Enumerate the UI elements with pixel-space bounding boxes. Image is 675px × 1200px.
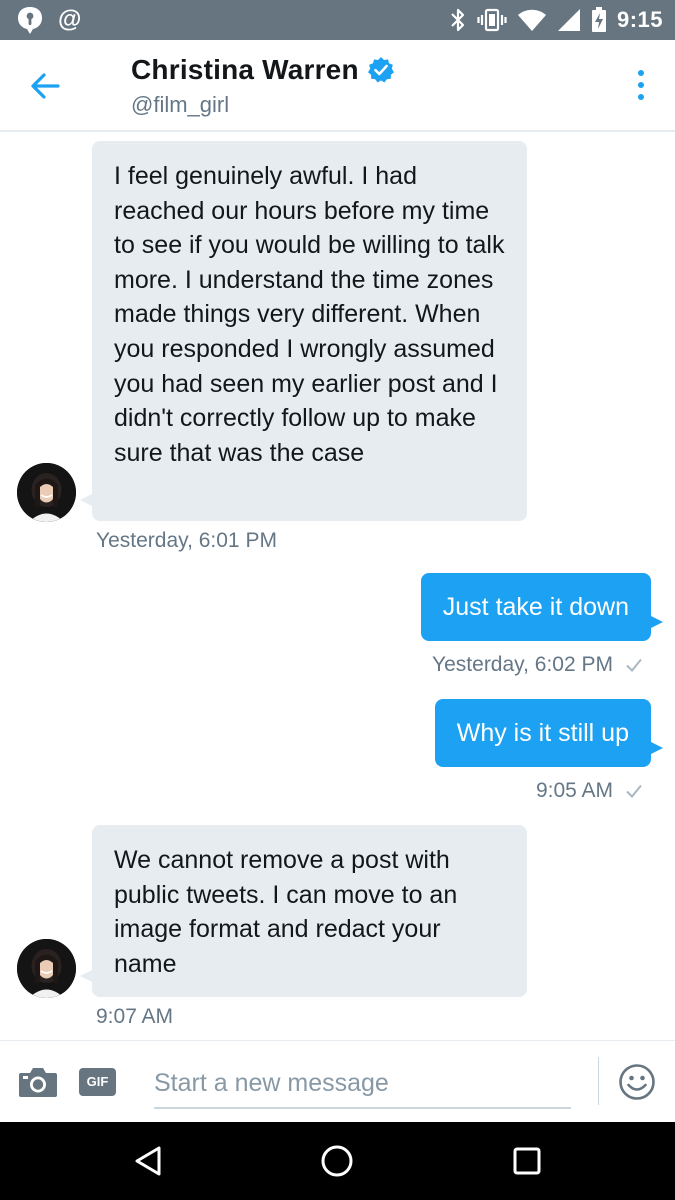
bluetooth-icon (451, 8, 465, 32)
smiley-icon (619, 1064, 655, 1100)
read-check-icon (626, 784, 642, 798)
avatar-photo (17, 939, 76, 998)
outgoing-message-bubble[interactable]: Why is it still up (434, 699, 664, 767)
message-composer: GIF (0, 1040, 675, 1122)
nav-recents-button[interactable] (508, 1142, 546, 1180)
avatar-photo (17, 463, 76, 522)
triangle-back-icon (135, 1146, 161, 1176)
conversation-header: Christina Warren @film_girl (0, 40, 675, 132)
signal-icon (557, 9, 580, 31)
verified-badge-icon (367, 57, 394, 83)
message-input[interactable] (154, 1059, 571, 1109)
message-text: I feel genuinely awful. I had reached ou… (114, 162, 505, 467)
gif-button[interactable]: GIF (79, 1068, 116, 1096)
avatar[interactable] (17, 939, 76, 998)
message-status: Yesterday, 6:02 PM (432, 653, 643, 677)
message-timestamp: 9:05 AM (535, 779, 613, 802)
notification-icon (18, 7, 42, 34)
camera-icon (19, 1068, 57, 1097)
contact-name: Christina Warren (131, 54, 359, 85)
message-text: Why is it still up (456, 719, 629, 747)
avatar[interactable] (17, 463, 76, 522)
contact-name-row: Christina Warren (131, 54, 395, 86)
system-navigation-bar (0, 1122, 675, 1200)
vibrate-icon (477, 8, 507, 32)
message-text: We cannot remove a post with public twee… (114, 846, 458, 978)
composer-divider (598, 1057, 599, 1105)
circle-home-icon (321, 1145, 353, 1177)
read-check-icon (626, 658, 642, 672)
message-timestamp: Yesterday, 6:01 PM (96, 529, 277, 552)
message-text: Just take it down (442, 593, 629, 621)
back-button[interactable] (26, 66, 66, 106)
back-arrow-icon (31, 73, 60, 99)
overflow-menu-button[interactable] (631, 68, 651, 104)
nav-back-button[interactable] (130, 1142, 168, 1180)
square-recents-icon (513, 1147, 541, 1175)
incoming-message-bubble[interactable]: I feel genuinely awful. I had reached ou… (80, 141, 527, 521)
more-vertical-icon (638, 70, 644, 100)
status-right-icons: 9:15 (449, 5, 663, 35)
camera-button[interactable] (18, 1065, 58, 1099)
message-timestamp: 9:07 AM (96, 1005, 174, 1028)
status-left-icons: @ (16, 5, 81, 35)
header-titles: Christina Warren @film_girl (131, 54, 395, 118)
message-timestamp: Yesterday, 6:02 PM (432, 653, 613, 676)
at-icon: @ (58, 6, 82, 33)
emoji-button[interactable] (618, 1063, 656, 1101)
outgoing-message-bubble[interactable]: Just take it down (420, 573, 664, 641)
status-time: 9:15 (616, 7, 663, 32)
nav-home-button[interactable] (318, 1142, 356, 1180)
conversation-thread[interactable]: I feel genuinely awful. I had reached ou… (0, 134, 675, 1040)
status-bar: @ 9:15 (0, 0, 675, 40)
wifi-icon (517, 9, 546, 31)
battery-charging-icon (591, 7, 606, 32)
incoming-message-bubble[interactable]: We cannot remove a post with public twee… (80, 825, 527, 997)
contact-handle: @film_girl (131, 92, 230, 117)
message-status: 9:05 AM (536, 779, 643, 803)
